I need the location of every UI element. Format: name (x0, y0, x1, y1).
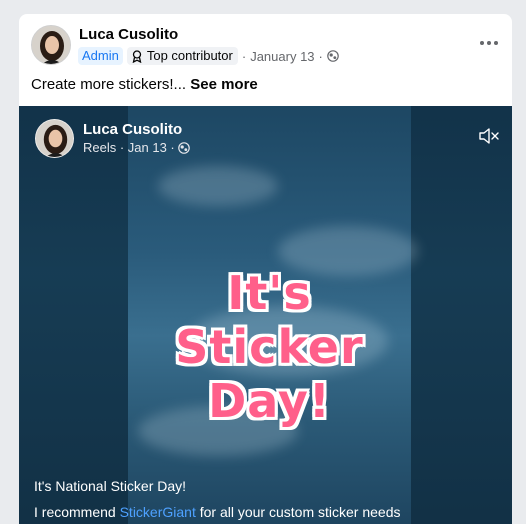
video-letterbox-left (19, 106, 128, 524)
meta-separator: · (241, 48, 247, 64)
sticker-title-line: Sticker (175, 320, 364, 374)
post-body: Create more stickers!... (31, 76, 187, 93)
caption-text: I recommend (34, 504, 120, 520)
top-contributor-label: Top contributor (146, 48, 233, 63)
more-horizontal-icon (494, 41, 498, 45)
reel-author-name[interactable]: Luca Cusolito (83, 121, 182, 138)
sticker-day-title: It's Sticker Day! (128, 266, 411, 428)
public-globe-icon (177, 141, 190, 154)
post-text: Create more stickers!... See more (31, 76, 258, 93)
reel-meta: Reels · Jan 13 · (83, 140, 190, 155)
award-icon (132, 49, 142, 63)
post-meta: Admin Top contributor · January 13 · (78, 47, 339, 65)
stickergiant-link[interactable]: StickerGiant (120, 504, 196, 520)
top-contributor-badge[interactable]: Top contributor (126, 47, 238, 65)
cloud (158, 166, 278, 206)
meta-separator: · (318, 48, 323, 64)
author-avatar[interactable] (31, 25, 71, 65)
reel-caption-line2: I recommend StickerGiant for all your cu… (34, 504, 400, 520)
post-card: Luca Cusolito Admin Top contributor · Ja… (19, 14, 512, 524)
video-letterbox-right (411, 106, 512, 524)
reel-video[interactable]: Luca Cusolito Reels · Jan 13 · It's Stic… (19, 106, 512, 524)
caption-text: for all your custom sticker needs (195, 504, 401, 520)
post-date[interactable]: January 13 (250, 49, 314, 64)
see-more-link[interactable]: See more (190, 76, 258, 93)
post-author-name[interactable]: Luca Cusolito (79, 26, 178, 43)
sticker-title-line: Day! (208, 374, 331, 428)
more-horizontal-icon (487, 41, 491, 45)
sticker-title-line: It's (227, 266, 312, 320)
more-horizontal-icon (480, 41, 484, 45)
avatar-portrait-icon (32, 26, 70, 64)
more-options-button[interactable] (476, 32, 502, 54)
public-globe-icon[interactable] (327, 50, 339, 62)
mute-toggle-button[interactable] (478, 126, 500, 146)
admin-badge[interactable]: Admin (78, 47, 123, 65)
reel-author-avatar[interactable] (35, 119, 74, 158)
volume-muted-icon (479, 128, 499, 144)
reel-meta-text: Reels · Jan 13 · (83, 140, 175, 155)
reel-caption-line1: It's National Sticker Day! (34, 478, 187, 494)
